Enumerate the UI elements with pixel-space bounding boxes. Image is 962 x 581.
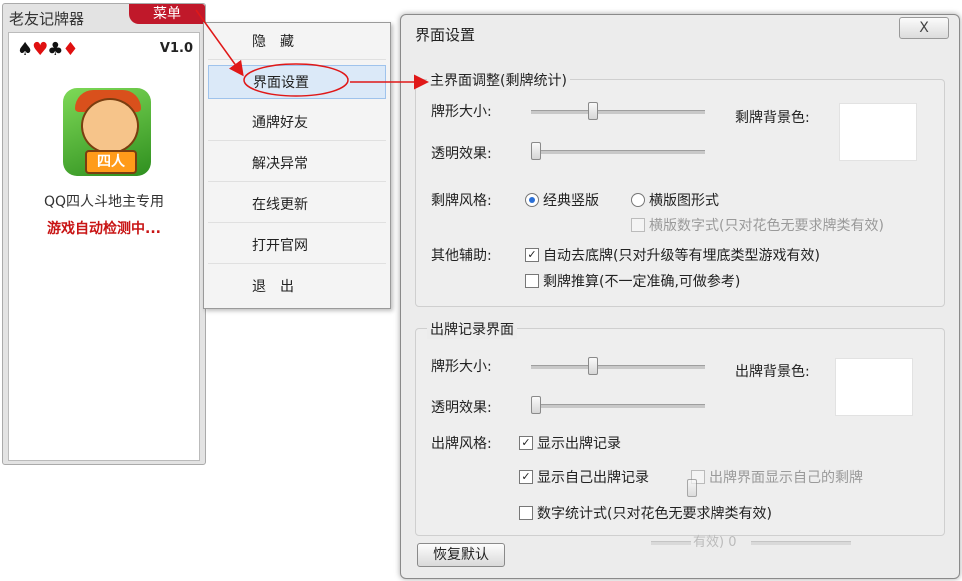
suit-icons: ♠♥♣♦: [17, 39, 79, 60]
menu-item-ui-settings[interactable]: 界面设置: [208, 65, 386, 99]
record-style-label: 出牌风格:: [431, 436, 492, 452]
transparency-slider-thumb[interactable]: [531, 142, 541, 160]
record-card-size-label: 牌形大小:: [431, 359, 492, 375]
radio-classic-vertical[interactable]: [525, 193, 539, 207]
auto-remove-bottom-label: 自动去底牌(只对升级等有埋底类型游戏有效): [543, 248, 820, 264]
record-card-size-slider[interactable]: [531, 365, 705, 369]
show-own-remaining-label: 出牌界面显示自己的剩牌: [709, 470, 863, 486]
main-panel: ♠♥♣♦ V1.0 四人 QQ四人斗地主专用 游戏自动检测中...: [8, 32, 200, 461]
reset-defaults-button[interactable]: 恢复默认: [417, 543, 505, 567]
ghost-track-right: [751, 541, 851, 545]
ghost-track-left: [651, 541, 691, 545]
menu-tab-button[interactable]: 菜单: [129, 4, 205, 24]
menu-item-label: 退 出: [252, 279, 294, 295]
bg-color-label: 剩牌背景色:: [735, 110, 810, 126]
menu-item-exit[interactable]: 退 出: [208, 270, 386, 304]
club-icon: ♣: [47, 39, 63, 60]
menu-item-label: 在线更新: [252, 197, 308, 213]
record-bg-color-swatch[interactable]: [835, 358, 913, 416]
menu-item-label: 通牌好友: [252, 115, 308, 131]
ghost-slider-thumb: [687, 479, 697, 497]
show-own-records-checkbox[interactable]: ✓: [519, 470, 533, 484]
game-logo: 四人: [63, 88, 151, 176]
ghost-overlay-text: 有效) 0: [693, 535, 737, 550]
version-label: V1.0: [159, 41, 193, 56]
menu-item-label: 隐 藏: [252, 34, 294, 50]
show-own-records-label: 显示自己出牌记录: [537, 470, 649, 486]
dialog-title: 界面设置: [415, 26, 476, 44]
record-bg-color-label: 出牌背景色:: [735, 364, 810, 380]
app-title: 老友记牌器: [9, 10, 85, 28]
card-style-label: 剩牌风格:: [431, 193, 492, 209]
transparency-label: 透明效果:: [431, 146, 492, 162]
card-size-slider[interactable]: [531, 110, 705, 114]
remaining-estimate-label: 剩牌推算(不一定准确,可做参考): [543, 274, 741, 290]
diamond-icon: ♦: [62, 39, 78, 60]
game-subtitle: QQ四人斗地主专用: [43, 194, 165, 210]
horizontal-digits-checkbox[interactable]: [631, 218, 645, 232]
spade-icon: ♠: [17, 39, 33, 60]
radio-classic-vertical-label: 经典竖版: [543, 193, 599, 209]
transparency-slider[interactable]: [531, 150, 705, 154]
menu-item-open-website[interactable]: 打开官网: [208, 229, 386, 264]
horizontal-digits-label: 横版数字式(只对花色无要求牌类有效): [649, 218, 884, 234]
menu-item-label: 打开官网: [252, 238, 308, 254]
detect-status: 游戏自动检测中...: [47, 221, 161, 237]
other-assist-label: 其他辅助:: [431, 248, 492, 264]
card-size-slider-thumb[interactable]: [588, 102, 599, 120]
show-records-checkbox[interactable]: ✓: [519, 436, 533, 450]
menu-item-hide[interactable]: 隐 藏: [208, 25, 386, 60]
record-ui-group-label: 出牌记录界面: [427, 319, 517, 339]
digit-stats-checkbox[interactable]: [519, 506, 533, 520]
menu-item-label: 界面设置: [253, 75, 309, 91]
popup-menu: 隐 藏 界面设置 通牌好友 解决异常 在线更新 打开官网 退 出: [203, 22, 391, 309]
menu-item-label: 解决异常: [252, 156, 308, 172]
record-transparency-slider-thumb[interactable]: [531, 396, 541, 414]
remaining-estimate-checkbox[interactable]: [525, 274, 539, 288]
record-transparency-slider[interactable]: [531, 404, 705, 408]
close-button[interactable]: X: [899, 17, 949, 39]
heart-icon: ♥: [32, 39, 48, 60]
main-ui-group-label: 主界面调整(剩牌统计): [427, 70, 570, 90]
settings-dialog: 界面设置 X 主界面调整(剩牌统计) 牌形大小: 剩牌背景色: 透明效果: 剩牌…: [400, 14, 960, 579]
logo-badge: 四人: [85, 150, 137, 174]
auto-remove-bottom-checkbox[interactable]: ✓: [525, 248, 539, 262]
record-transparency-label: 透明效果:: [431, 400, 492, 416]
show-records-label: 显示出牌记录: [537, 436, 621, 452]
radio-horizontal-graphic-label: 横版图形式: [649, 193, 719, 209]
radio-horizontal-graphic[interactable]: [631, 193, 645, 207]
bg-color-swatch[interactable]: [839, 103, 917, 161]
menu-item-fix-issues[interactable]: 解决异常: [208, 147, 386, 182]
digit-stats-label: 数字统计式(只对花色无要求牌类有效): [537, 506, 772, 522]
menu-item-online-update[interactable]: 在线更新: [208, 188, 386, 223]
logo-face: [81, 98, 139, 154]
main-window: 老友记牌器 菜单 ♠♥♣♦ V1.0 四人 QQ四人斗地主专用 游戏自动检测中.…: [2, 3, 206, 465]
record-card-size-slider-thumb[interactable]: [588, 357, 599, 375]
menu-item-friends[interactable]: 通牌好友: [208, 106, 386, 141]
card-size-label: 牌形大小:: [431, 104, 492, 120]
